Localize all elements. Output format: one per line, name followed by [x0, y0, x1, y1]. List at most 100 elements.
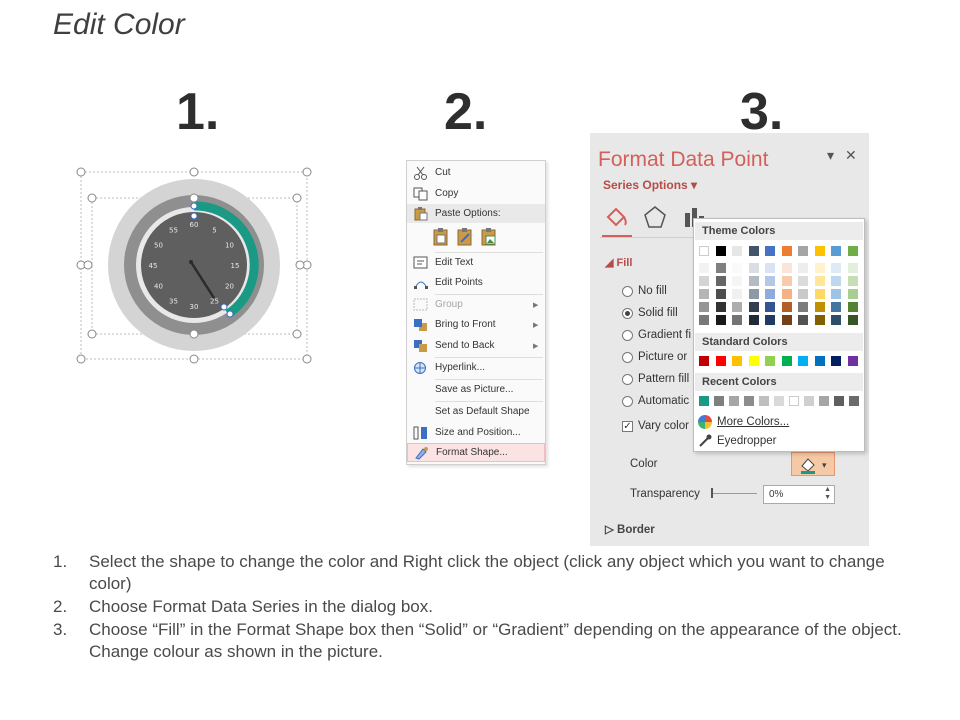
fill-option-no-fill[interactable]: No fill	[622, 285, 667, 297]
fill-option-automatic[interactable]: Automatic	[622, 395, 689, 407]
more-colors-item[interactable]: More Colors...	[697, 414, 789, 430]
theme-color-shade-swatch[interactable]	[831, 315, 841, 325]
theme-color-shade-swatch[interactable]	[765, 315, 775, 325]
effects-tab-icon[interactable]	[642, 205, 668, 229]
resize-handle[interactable]	[292, 193, 302, 203]
theme-color-shade-swatch[interactable]	[831, 263, 841, 273]
standard-color-swatch[interactable]	[781, 356, 792, 366]
resize-handle[interactable]	[292, 329, 302, 339]
theme-color-shade-swatch[interactable]	[765, 289, 775, 299]
point-handle[interactable]	[220, 303, 228, 311]
resize-handle[interactable]	[302, 354, 312, 364]
theme-color-shade-swatch[interactable]	[814, 302, 825, 312]
radio-button[interactable]	[622, 285, 633, 297]
fill-option-solid-fill[interactable]: Solid fill	[622, 307, 678, 319]
close-icon[interactable]: ✕	[845, 147, 857, 164]
recent-color-swatch[interactable]	[819, 396, 829, 406]
theme-color-shade-swatch[interactable]	[715, 289, 726, 299]
menu-item-cut[interactable]: Cut	[407, 163, 545, 182]
point-handle[interactable]	[190, 212, 198, 220]
theme-color-shade-swatch[interactable]	[847, 276, 858, 286]
recent-color-swatch[interactable]	[759, 396, 769, 406]
theme-color-shade-swatch[interactable]	[748, 302, 759, 312]
theme-color-shade-swatch[interactable]	[699, 263, 709, 273]
recent-color-swatch[interactable]	[714, 396, 724, 406]
radio-button[interactable]	[622, 329, 633, 341]
theme-color-shade-swatch[interactable]	[814, 276, 825, 286]
theme-color-shade-swatch[interactable]	[798, 289, 808, 299]
point-handle[interactable]	[190, 202, 198, 210]
standard-color-swatch[interactable]	[847, 356, 858, 366]
fill-option-picture-fill[interactable]: Picture or	[622, 351, 687, 363]
menu-item-edit-points[interactable]: Edit Points	[407, 273, 545, 292]
point-handle[interactable]	[226, 310, 234, 318]
menu-item-copy[interactable]: Copy	[407, 184, 545, 203]
recent-color-swatch[interactable]	[729, 396, 739, 406]
resize-handle[interactable]	[76, 167, 86, 177]
theme-color-shade-swatch[interactable]	[699, 302, 709, 312]
theme-color-shade-swatch[interactable]	[831, 289, 841, 299]
paste-destination-icon[interactable]	[455, 227, 475, 247]
standard-color-swatch[interactable]	[699, 356, 709, 366]
theme-color-shade-swatch[interactable]	[699, 289, 709, 299]
theme-color-shade-swatch[interactable]	[748, 276, 759, 286]
theme-color-shade-swatch[interactable]	[781, 276, 792, 286]
theme-color-shade-swatch[interactable]	[715, 302, 726, 312]
standard-color-swatch[interactable]	[732, 356, 742, 366]
theme-color-shade-swatch[interactable]	[781, 302, 792, 312]
recent-color-swatch[interactable]	[849, 396, 859, 406]
spin-arrows-icon[interactable]: ▲ ▼	[824, 486, 831, 502]
theme-color-swatch[interactable]	[765, 246, 775, 256]
fill-option-gradient-fill[interactable]: Gradient fi	[622, 329, 691, 341]
menu-item-format-shape[interactable]: Format Shape...	[407, 443, 545, 462]
theme-color-shade-swatch[interactable]	[732, 263, 742, 273]
menu-item-send-to-back[interactable]: Send to Back ▶	[407, 336, 545, 355]
theme-color-swatch[interactable]	[699, 246, 709, 256]
theme-color-shade-swatch[interactable]	[748, 263, 759, 273]
theme-color-shade-swatch[interactable]	[847, 302, 858, 312]
theme-color-shade-swatch[interactable]	[831, 302, 841, 312]
resize-handle[interactable]	[87, 329, 97, 339]
theme-color-swatch[interactable]	[781, 246, 792, 256]
theme-color-shade-swatch[interactable]	[847, 289, 858, 299]
resize-handle[interactable]	[189, 167, 199, 177]
theme-color-shade-swatch[interactable]	[847, 263, 858, 273]
fill-option-pattern-fill[interactable]: Pattern fill	[622, 373, 689, 385]
fill-color-button[interactable]: ▾	[791, 452, 835, 476]
resize-handle[interactable]	[295, 260, 305, 270]
theme-color-shade-swatch[interactable]	[765, 276, 775, 286]
menu-item-bring-to-front[interactable]: Bring to Front ▶	[407, 315, 545, 334]
radio-button[interactable]	[622, 351, 633, 363]
theme-color-swatch[interactable]	[748, 246, 759, 256]
vary-colors-checkbox[interactable]: ✓ Vary color	[622, 420, 689, 432]
recent-color-swatch[interactable]	[804, 396, 814, 406]
recent-color-swatch[interactable]	[774, 396, 784, 406]
standard-color-swatch[interactable]	[831, 356, 841, 366]
theme-color-shade-swatch[interactable]	[781, 289, 792, 299]
recent-color-swatch-selected[interactable]	[699, 396, 709, 406]
standard-color-swatch[interactable]	[814, 356, 825, 366]
resize-handle[interactable]	[189, 329, 199, 339]
theme-color-shade-swatch[interactable]	[732, 289, 742, 299]
standard-color-swatch[interactable]	[748, 356, 759, 366]
theme-color-swatch[interactable]	[814, 246, 825, 256]
theme-color-shade-swatch[interactable]	[732, 315, 742, 325]
transparency-slider-track[interactable]	[711, 493, 757, 494]
theme-color-shade-swatch[interactable]	[798, 302, 808, 312]
theme-color-shade-swatch[interactable]	[798, 276, 808, 286]
resize-handle[interactable]	[76, 354, 86, 364]
theme-color-swatch[interactable]	[831, 246, 841, 256]
theme-color-shade-swatch[interactable]	[765, 263, 775, 273]
theme-color-shade-swatch[interactable]	[781, 315, 792, 325]
theme-color-shade-swatch[interactable]	[781, 263, 792, 273]
theme-color-shade-swatch[interactable]	[699, 315, 709, 325]
theme-color-shade-swatch[interactable]	[732, 302, 742, 312]
theme-color-shade-swatch[interactable]	[814, 315, 825, 325]
theme-color-shade-swatch[interactable]	[715, 263, 726, 273]
theme-color-swatch[interactable]	[715, 246, 726, 256]
paste-keep-format-icon[interactable]	[431, 227, 451, 247]
theme-color-shade-swatch[interactable]	[748, 315, 759, 325]
resize-handle[interactable]	[189, 193, 199, 203]
eyedropper-item[interactable]: Eyedropper	[697, 433, 776, 449]
radio-button[interactable]	[622, 395, 633, 407]
